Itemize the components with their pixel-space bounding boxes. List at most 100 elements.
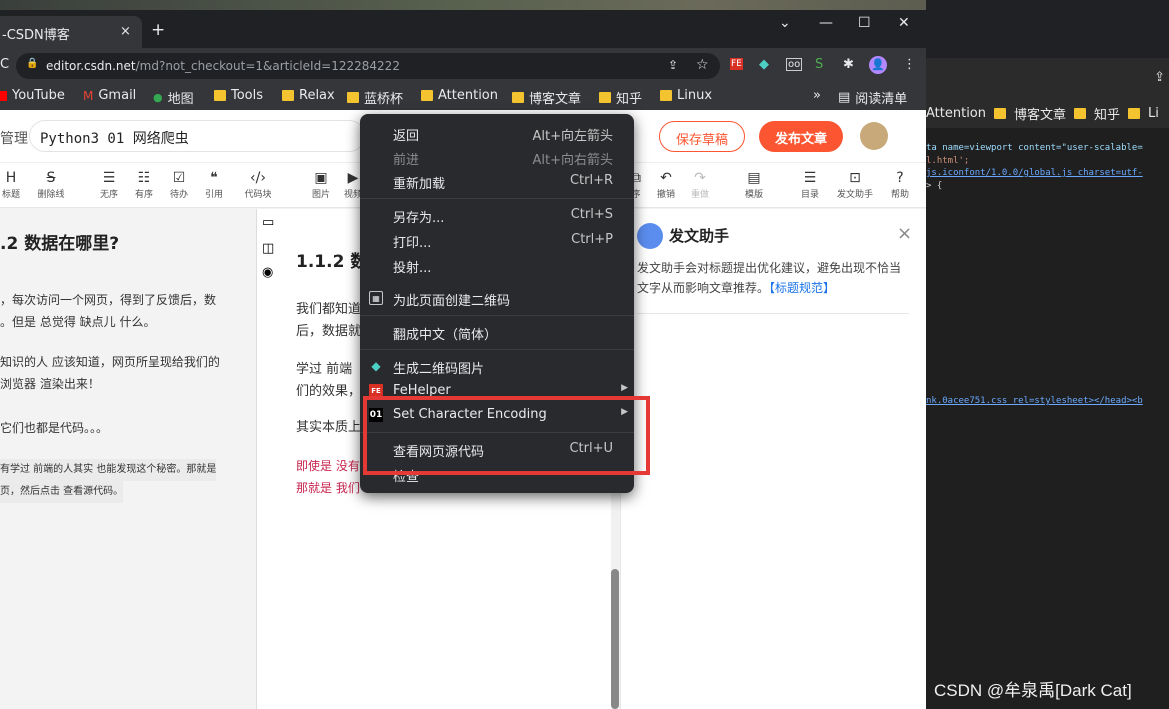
reading-list-button[interactable]: ▤ 阅读清单 — [838, 88, 907, 107]
code-block-button[interactable]: ‹/› 代码块 — [240, 169, 276, 200]
puzzle-icon[interactable]: ✱ — [843, 57, 854, 72]
image-button[interactable]: ▣ 图片 — [309, 169, 333, 200]
menu-label: 前进 — [393, 153, 420, 168]
more-icon[interactable]: ⋮ — [903, 57, 916, 72]
ordered-list-icon: ☷ — [137, 170, 151, 186]
menu-label: 生成二维码图片 — [393, 362, 485, 377]
markdown-editor[interactable]: .2 数据在哪里? ，每次访问一个网页，得到了反馈后，数 。但是 总觉得 缺点儿… — [0, 209, 256, 709]
lock-icon: 🔒 — [26, 58, 39, 69]
extension-icon[interactable]: oo — [786, 58, 803, 71]
editor-line: 知识的人 应该知道，网页所呈现给我们的 — [0, 355, 220, 369]
heading-icon: H — [5, 170, 17, 186]
bookmark-blog[interactable]: 博客文章 — [1014, 104, 1066, 123]
quote-button[interactable]: ❝ 引用 — [202, 169, 226, 200]
todo-button[interactable]: ☑ 待办 — [167, 169, 191, 200]
fehelper-icon[interactable]: FE — [730, 58, 743, 70]
map-pin-icon: ● — [153, 91, 163, 104]
menu-label: 打印... — [393, 236, 432, 251]
article-title-input[interactable]: Python3 01 网络爬虫 — [29, 120, 365, 152]
edit-mode-icon[interactable]: ▭ — [262, 215, 274, 230]
menu-item-save-as[interactable]: 另存为... Ctrl+S — [360, 204, 634, 228]
reload-icon[interactable]: C — [0, 57, 9, 72]
folder-icon — [1128, 107, 1141, 119]
split-view-icon[interactable]: ◫ — [262, 241, 274, 256]
save-draft-button[interactable]: 保存草稿 — [659, 121, 745, 152]
minimize-button[interactable]: — — [819, 15, 833, 31]
menu-item-print[interactable]: 打印... Ctrl+P — [360, 229, 634, 253]
ordered-list-button[interactable]: ☷ 有序 — [132, 169, 156, 200]
menu-item-reload[interactable]: 重新加载 Ctrl+R — [360, 170, 634, 194]
tab-search-icon[interactable]: ⌄ — [779, 15, 791, 31]
bookmark-tools[interactable]: Tools — [214, 88, 263, 103]
undo-button[interactable]: ↶ 撤销 — [654, 169, 678, 200]
menu-label: 为此页面创建二维码 — [393, 294, 511, 309]
browser-toolbar: C 🔒 editor.csdn.net/md?not_checkout=1&ar… — [0, 48, 926, 84]
assistant-button[interactable]: ⊡ 发文助手 — [833, 169, 877, 200]
bookmark-attention[interactable]: Attention — [421, 88, 498, 103]
qr-code-icon: ▦ — [369, 291, 383, 305]
template-button[interactable]: ▤ 模版 — [741, 169, 767, 200]
heading-button[interactable]: H 标题 — [0, 169, 22, 200]
tab-close-icon[interactable]: × — [120, 24, 131, 39]
bookmark-blog[interactable]: 博客文章 — [512, 88, 581, 107]
help-button[interactable]: ? 帮助 — [888, 169, 912, 200]
bookmark-linux[interactable]: Li — [1148, 106, 1159, 121]
bookmark-star-icon[interactable]: ☆ — [696, 57, 709, 73]
code-line[interactable]: js.iconfont/1.0.0/global.js charset=utf- — [926, 167, 1169, 180]
extension-icon[interactable]: S — [815, 57, 823, 72]
bookmark-label: Gmail — [98, 88, 137, 103]
maximize-button[interactable]: ☐ — [858, 15, 871, 31]
close-icon[interactable]: × — [897, 223, 912, 244]
code-icon: ‹/› — [250, 170, 266, 186]
strikethrough-button[interactable]: S 删除线 — [33, 169, 69, 200]
bookmark-linux[interactable]: Linux — [660, 88, 712, 103]
close-window-button[interactable]: ✕ — [898, 15, 910, 31]
menu-item-cast[interactable]: 投射... — [360, 254, 634, 278]
redo-button[interactable]: ↷ 重做 — [688, 169, 712, 200]
bookmark-gmail[interactable]: M Gmail — [83, 88, 136, 103]
bookmarks-overflow-button[interactable]: » — [813, 88, 821, 103]
qrcode-extension-icon[interactable]: ◆ — [759, 57, 769, 72]
bookmark-youtube[interactable]: YouTube — [0, 88, 65, 103]
bookmark-label: 博客文章 — [529, 92, 582, 107]
bookmark-attention[interactable]: Attention — [926, 106, 986, 121]
bookmark-label: 知乎 — [616, 92, 643, 107]
code-line[interactable]: nk.0acee751.css rel=stylesheet></head><b — [926, 395, 1169, 408]
menu-item-translate[interactable]: 翻成中文（简体） — [360, 321, 634, 345]
profile-icon[interactable]: 👤 — [869, 56, 887, 74]
title-guideline-link[interactable]: 【标题规范】 — [769, 281, 835, 295]
preview-icon[interactable]: ◉ — [262, 265, 273, 280]
unordered-list-button[interactable]: ☰ 无序 — [97, 169, 121, 200]
bookmark-relax[interactable]: Relax — [282, 88, 335, 103]
preview-heading: 1.1.2 数 — [296, 252, 368, 272]
publish-button[interactable]: 发布文章 — [759, 121, 843, 152]
tab-active[interactable]: -CSDN博客 × — [0, 16, 142, 48]
folder-icon — [214, 90, 226, 101]
menu-item-create-qr[interactable]: ▦ 为此页面创建二维码 — [360, 287, 634, 311]
bookmark-maps[interactable]: ● 地图 — [153, 88, 194, 107]
image-icon: ▣ — [314, 170, 328, 186]
manage-link[interactable]: 管理 — [0, 128, 28, 148]
menu-item-back[interactable]: 返回 Alt+向左箭头 — [360, 122, 634, 146]
menu-item-generate-qr-image[interactable]: ◆ 生成二维码图片 — [360, 355, 634, 379]
bookmark-lanqiao[interactable]: 蓝桥杯 — [347, 88, 403, 107]
toolbar-label: 无序 — [99, 190, 118, 200]
preview-line: 我们都知道 — [296, 302, 362, 317]
bookmark-label: YouTube — [12, 88, 65, 103]
assistant-title: 发文助手 — [669, 227, 730, 245]
avatar[interactable] — [860, 122, 888, 150]
page-source-code: ta name=viewport content="user-scalable=… — [926, 142, 1169, 408]
toolbar-label: 帮助 — [890, 190, 909, 200]
scroll-thumb[interactable] — [611, 569, 619, 709]
reading-list-label: 阅读清单 — [855, 92, 908, 107]
address-bar[interactable]: 🔒 editor.csdn.net/md?not_checkout=1&arti… — [16, 53, 720, 79]
toc-button[interactable]: ☰ 目录 — [797, 169, 823, 200]
assistant-text: 文字从而影响文章推荐。【标题规范】 — [637, 277, 835, 299]
bookmark-zhihu[interactable]: 知乎 — [599, 88, 642, 107]
share-icon[interactable]: ⇪ — [668, 58, 678, 72]
new-tab-button[interactable]: + — [151, 22, 165, 39]
menu-shortcut: Ctrl+S — [570, 207, 613, 222]
menu-item-forward[interactable]: 前进 Alt+向右箭头 — [360, 146, 634, 170]
bookmark-zhihu[interactable]: 知乎 — [1094, 104, 1120, 123]
code-line: > { — [926, 180, 943, 191]
